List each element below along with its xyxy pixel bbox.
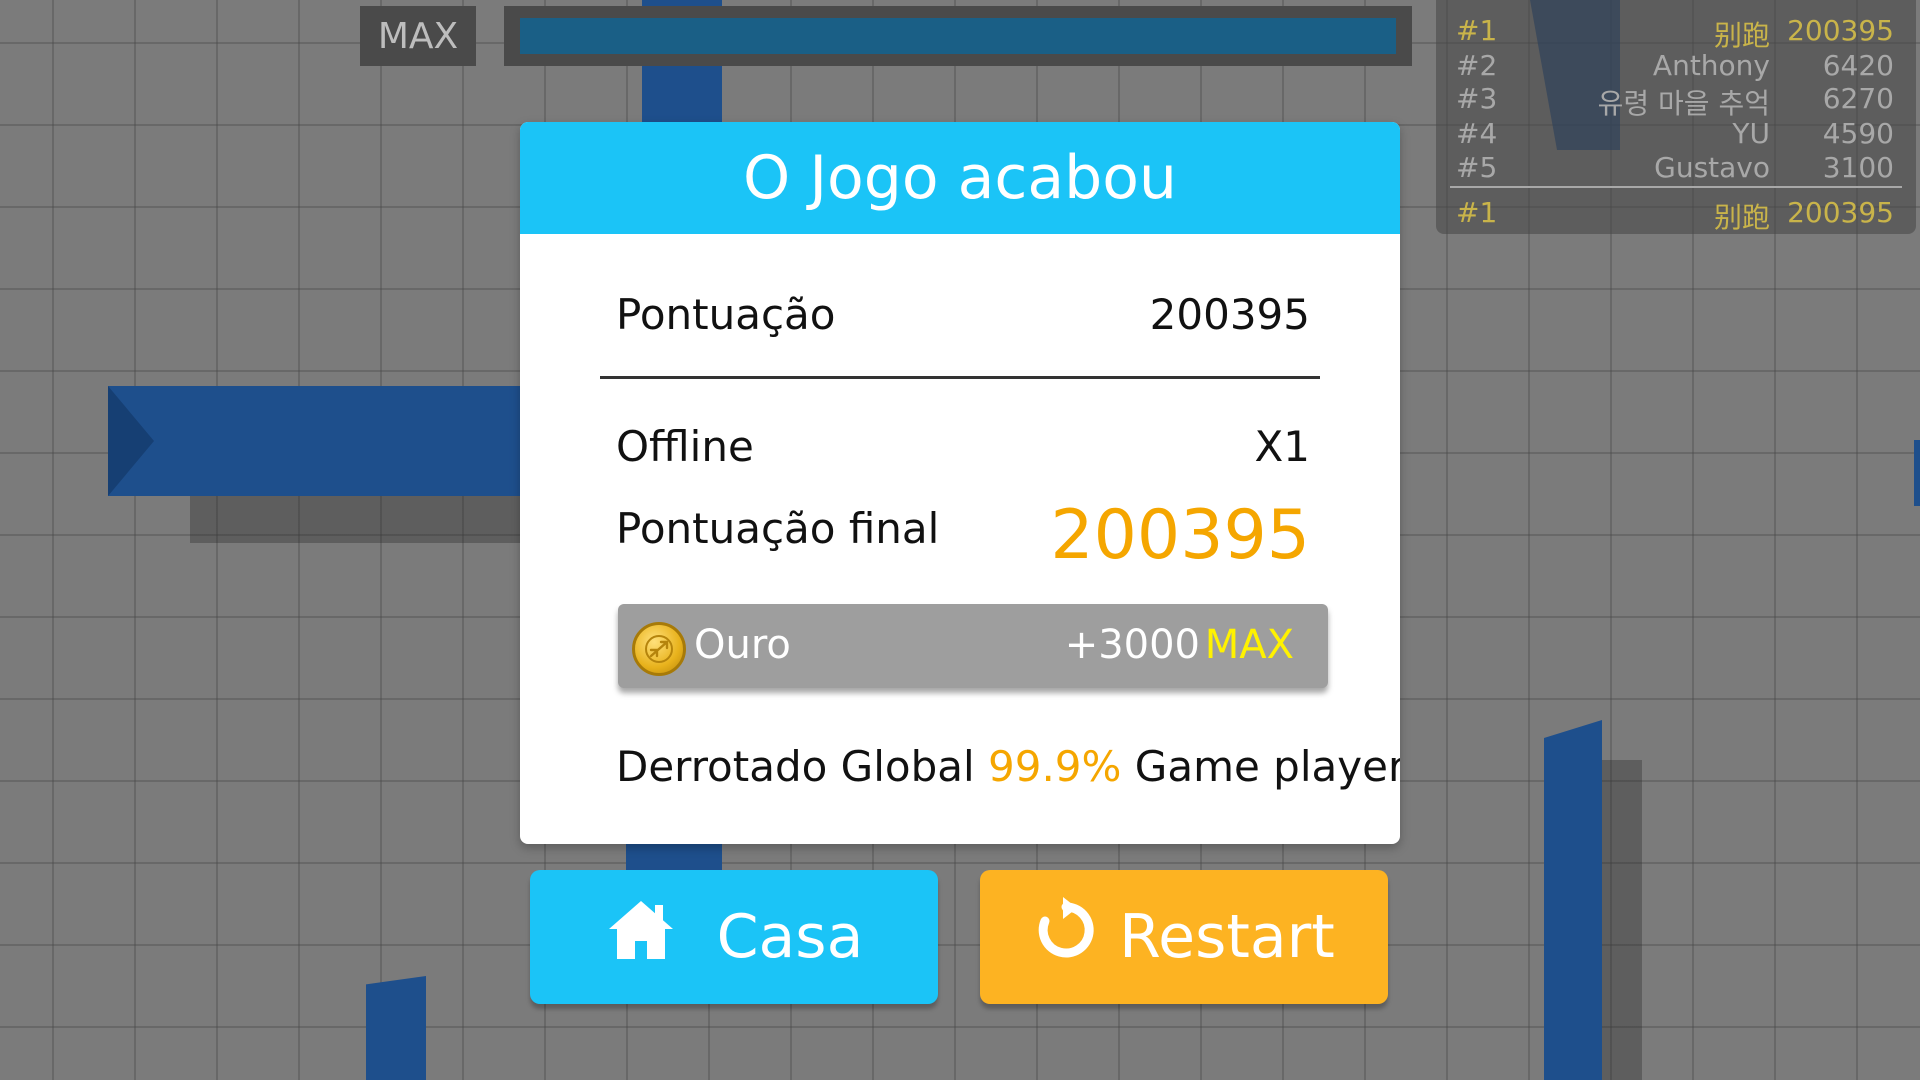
score-value: 200395 <box>1149 290 1310 339</box>
restart-button-label: Restart <box>1119 902 1335 972</box>
leaderboard-row: #3 유령 마을 추억 6270 <box>1436 82 1916 120</box>
leaderboard-row: #2 Anthony 6420 <box>1436 49 1916 83</box>
gold-reward-bar: Ouro +3000 MAX <box>618 604 1328 688</box>
gold-amount: +3000 <box>1064 622 1200 668</box>
leaderboard-self-row: #1 别跑 200395 <box>1436 196 1916 234</box>
gold-label: Ouro <box>694 622 791 668</box>
leaderboard-score: 200395 <box>1787 14 1894 47</box>
leaderboard-name: 유령 마을 추억 <box>1597 87 1770 120</box>
wall-segment <box>1544 720 1602 1080</box>
wall-segment <box>108 386 520 496</box>
max-badge: MAX <box>360 6 476 66</box>
leaderboard-score: 3100 <box>1822 151 1894 184</box>
leaderboard-score: 200395 <box>1787 196 1894 229</box>
leaderboard-row: #5 Gustavo 3100 <box>1436 151 1916 185</box>
leaderboard-name: 别跑 <box>1713 201 1770 234</box>
defeated-suffix: Game players <box>1134 742 1400 791</box>
leaderboard-divider <box>1450 186 1902 188</box>
defeated-global-text: Derrotado Global 99.9% Game players <box>616 742 1400 791</box>
home-icon <box>605 897 677 978</box>
leaderboard-rank: #5 <box>1456 151 1498 184</box>
leaderboard-row: #1 别跑 200395 <box>1436 14 1916 52</box>
leaderboard-row: #4 YU 4590 <box>1436 117 1916 151</box>
gold-max-badge: MAX <box>1204 622 1294 668</box>
leaderboard-name: 别跑 <box>1713 19 1770 52</box>
leaderboard-name: Anthony <box>1652 49 1770 82</box>
progress-fill <box>520 18 1396 54</box>
leaderboard-score: 6270 <box>1822 82 1894 115</box>
wall-segment <box>1914 440 1920 506</box>
leaderboard: #1 别跑 200395 #2 Anthony 6420 #3 유령 마을 추억… <box>1436 0 1916 234</box>
leaderboard-score: 4590 <box>1822 117 1894 150</box>
mode-multiplier: X1 <box>1254 422 1311 471</box>
defeated-prefix: Derrotado Global <box>616 742 975 791</box>
final-score-label: Pontuação final <box>616 504 940 553</box>
leaderboard-name: YU <box>1732 117 1770 150</box>
restart-button[interactable]: Restart <box>980 870 1388 1004</box>
coin-icon <box>632 622 686 676</box>
leaderboard-score: 6420 <box>1822 49 1894 82</box>
final-score-value: 200395 <box>1050 496 1310 575</box>
home-button[interactable]: Casa <box>530 870 938 1004</box>
leaderboard-rank: #2 <box>1456 49 1498 82</box>
dialog-title: O Jogo acabou <box>520 122 1400 234</box>
wall-segment <box>626 844 722 870</box>
progress-bar <box>504 6 1412 66</box>
divider <box>600 376 1320 379</box>
mode-label: Offline <box>616 422 754 471</box>
leaderboard-rank: #1 <box>1456 196 1498 229</box>
leaderboard-name: Gustavo <box>1654 151 1770 184</box>
home-button-label: Casa <box>716 902 864 972</box>
restart-icon <box>1033 896 1099 978</box>
defeated-percent: 99.9% <box>988 742 1122 791</box>
game-over-dialog: O Jogo acabou Pontuação 200395 Offline X… <box>520 122 1400 844</box>
leaderboard-rank: #4 <box>1456 117 1498 150</box>
score-label: Pontuação <box>616 290 836 339</box>
wall-shadow <box>1600 760 1642 1080</box>
wall-segment <box>366 976 426 1080</box>
leaderboard-rank: #3 <box>1456 82 1498 115</box>
leaderboard-rank: #1 <box>1456 14 1498 47</box>
